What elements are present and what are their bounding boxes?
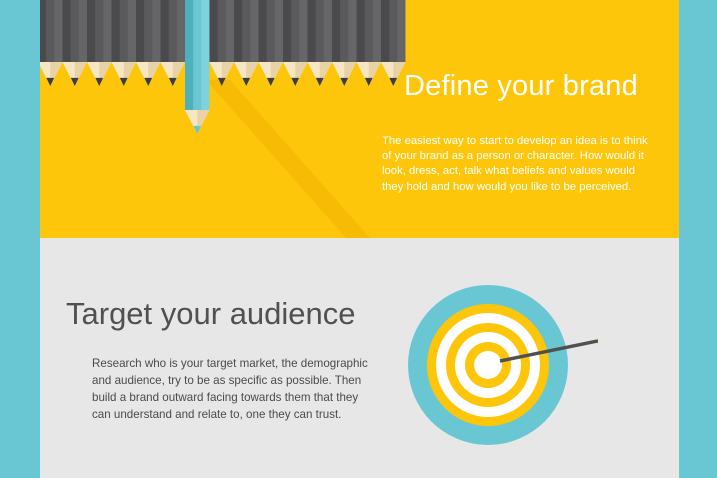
pencil-icon	[283, 0, 308, 86]
left-border	[0, 0, 40, 478]
pencil-icon	[356, 0, 381, 86]
pencil-icon	[87, 0, 112, 86]
pencil-icon	[332, 0, 357, 86]
pencil-row-illustration	[40, 0, 406, 238]
pencil-icon	[136, 0, 161, 86]
pencil-icon	[111, 0, 136, 86]
right-border	[679, 0, 717, 478]
pencil-icon	[62, 0, 87, 86]
pencil-icon	[160, 0, 185, 86]
pencil-icon	[209, 0, 234, 86]
audience-heading: Target your audience	[66, 296, 356, 331]
pencil-icon	[307, 0, 332, 86]
target-audience-section: Target your audience Research who is you…	[40, 238, 679, 478]
pencil-icon	[40, 0, 63, 86]
brand-heading: Define your brand	[404, 70, 638, 102]
pencil-icon	[234, 0, 259, 86]
audience-description: Research who is your target market, the …	[92, 357, 368, 421]
pencil-icon	[258, 0, 283, 86]
define-brand-section: Define your brand The easiest way to sta…	[40, 0, 679, 238]
bullseye-target-icon	[408, 285, 598, 445]
pencil-icon	[381, 0, 406, 86]
teal-pencil-icon	[185, 0, 210, 134]
brand-description: The easiest way to start to develop an i…	[382, 135, 648, 193]
